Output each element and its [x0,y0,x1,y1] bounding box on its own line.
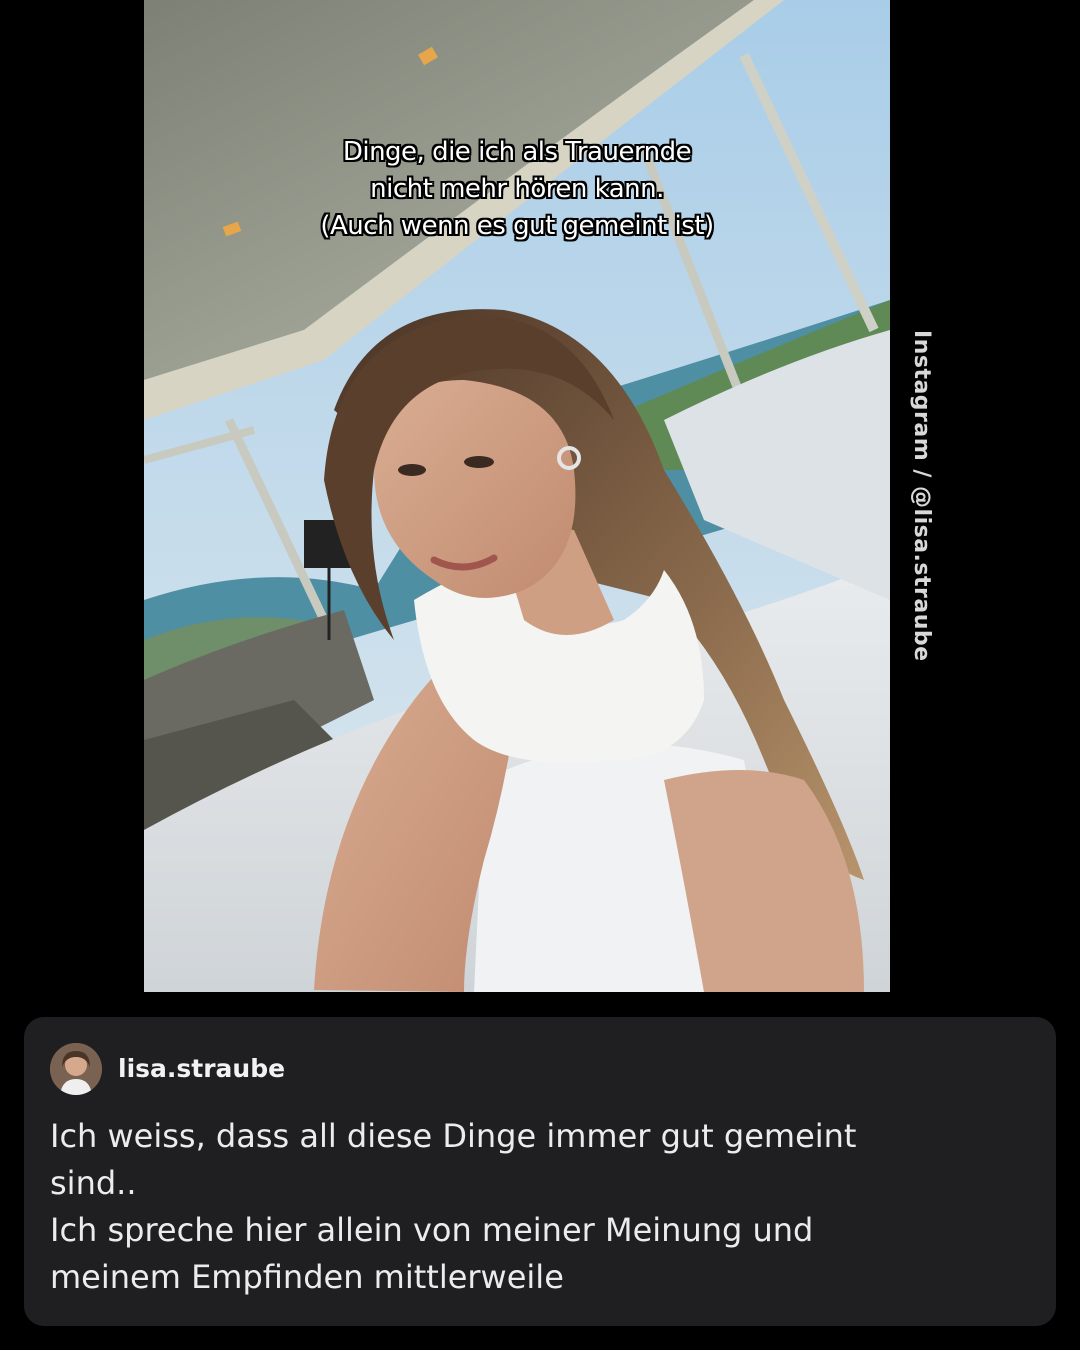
photo-credit: Instagram / @lisa.straube [909,330,934,662]
caption-line: sind.. [50,1164,137,1202]
post-overlay-text: Dinge, die ich als Trauernde nicht mehr … [144,134,890,245]
caption-line: Ich spreche hier allein von meiner Meinu… [50,1211,814,1249]
overlay-line: Dinge, die ich als Trauernde [342,137,692,167]
post-photo[interactable]: Dinge, die ich als Trauernde nicht mehr … [144,0,890,992]
caption-line: Ich weiss, dass all diese Dinge immer gu… [50,1117,857,1155]
profile-avatar-icon[interactable] [50,1043,102,1095]
caption-line: meinem Empfinden mittlerweile [50,1258,564,1296]
overlay-line: (Auch wenn es gut gemeint ist) [320,211,714,241]
avatar-image [50,1043,102,1095]
overlay-line: nicht mehr hören kann. [370,174,664,204]
caption-card: lisa.straube Ich weiss, dass all diese D… [24,1017,1056,1326]
username[interactable]: lisa.straube [118,1053,285,1085]
caption-text: Ich weiss, dass all diese Dinge immer gu… [50,1113,1010,1301]
